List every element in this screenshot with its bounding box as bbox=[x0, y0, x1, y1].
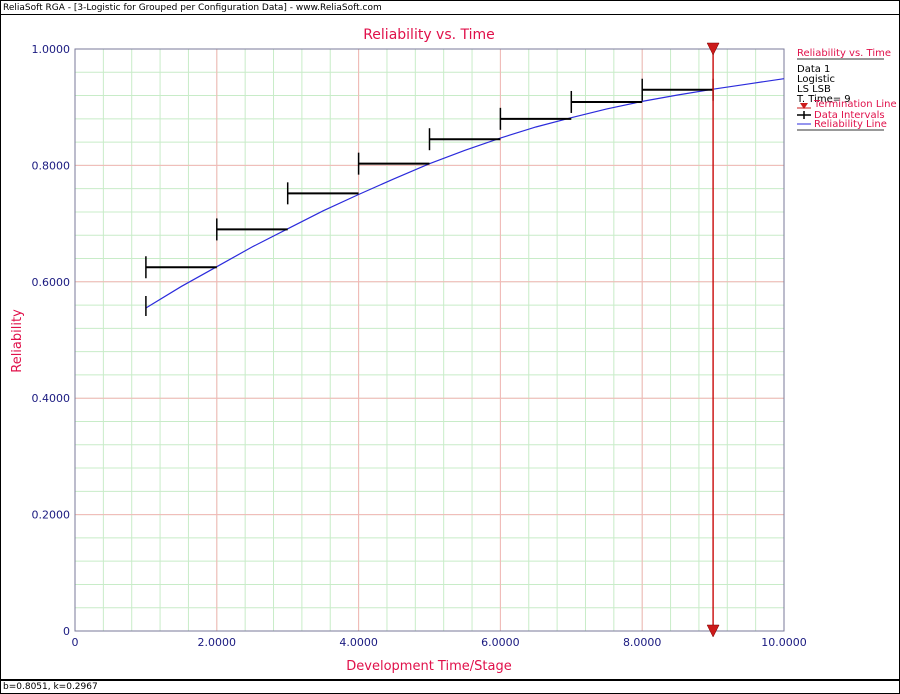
x-axis-label: Development Time/Stage bbox=[346, 659, 511, 674]
y-tick-label: 1.0000 bbox=[32, 43, 71, 56]
x-tick-label: 10.0000 bbox=[761, 636, 807, 649]
y-tick-label: 0.4000 bbox=[32, 392, 71, 405]
legend-reliability-line: Reliability Line bbox=[797, 119, 887, 130]
y-tick-label: 0.2000 bbox=[32, 509, 71, 522]
y-tick-label: 0 bbox=[63, 625, 70, 638]
legend-label-termination: Termination Line bbox=[813, 99, 897, 110]
x-tick-label: 0 bbox=[72, 636, 79, 649]
legend-label-reliability: Reliability Line bbox=[814, 119, 887, 130]
y-tick-label: 0.6000 bbox=[32, 276, 71, 289]
reliability-chart: 0 2.0000 4.0000 6.0000 8.0000 10.0000 0 0.2000 0… bbox=[10, 27, 897, 674]
legend: Reliability vs. Time Data 1 Logistic LS … bbox=[796, 48, 897, 131]
chart-marks bbox=[145, 42, 785, 638]
x-tick-label: 4.0000 bbox=[339, 636, 378, 649]
y-axis-label: Reliability bbox=[10, 309, 25, 373]
x-tick-label: 8.0000 bbox=[623, 636, 662, 649]
legend-title: Reliability vs. Time bbox=[797, 48, 891, 59]
axes: 0 2.0000 4.0000 6.0000 8.0000 10.0000 0 0.2000 0… bbox=[32, 43, 807, 649]
x-tick-label: 6.0000 bbox=[481, 636, 520, 649]
x-tick-label: 2.0000 bbox=[198, 636, 237, 649]
reliability-line bbox=[145, 78, 785, 309]
chart-title: Reliability vs. Time bbox=[363, 27, 495, 43]
y-tick-label: 0.8000 bbox=[32, 159, 71, 172]
